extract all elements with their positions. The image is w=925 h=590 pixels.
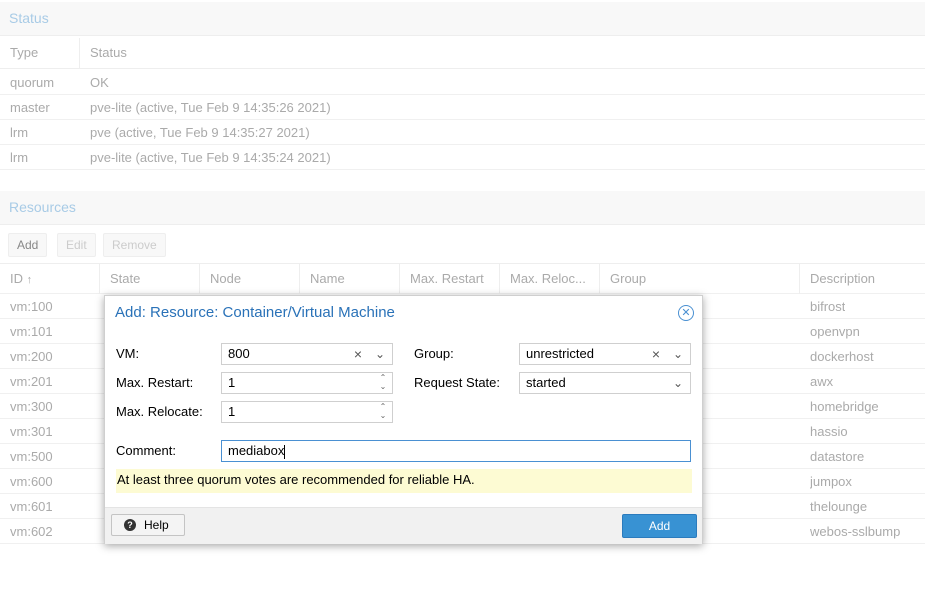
row-id: vm:300	[10, 399, 53, 414]
max-restart-label: Max. Restart:	[116, 375, 194, 390]
max-relocate-value: 1	[228, 404, 236, 419]
dialog-title: Add: Resource: Container/Virtual Machine	[115, 304, 395, 321]
row-description: homebridge	[810, 399, 879, 414]
question-icon: ?	[124, 519, 136, 531]
comment-label: Comment:	[116, 443, 176, 458]
quorum-warning: At least three quorum votes are recommen…	[116, 469, 692, 493]
status-type: quorum	[10, 75, 55, 90]
row-id: vm:200	[10, 349, 53, 364]
resources-add-button[interactable]: Add	[8, 233, 48, 257]
clear-icon[interactable]: ×	[348, 344, 368, 364]
status-row[interactable]: lrm pve-lite (active, Tue Feb 9 14:35:24…	[0, 145, 925, 170]
request-state-select[interactable]: started ⌄	[519, 372, 691, 394]
status-row[interactable]: lrm pve (active, Tue Feb 9 14:35:27 2021…	[0, 120, 925, 145]
close-icon[interactable]: ✕	[678, 305, 694, 321]
vm-combobox[interactable]: 800 × ⌄	[221, 343, 393, 365]
col-id[interactable]: ID ↑	[0, 264, 100, 294]
status-value: pve-lite (active, Tue Feb 9 14:35:26 202…	[90, 100, 331, 115]
row-description: jumpox	[810, 474, 852, 489]
col-max-restart[interactable]: Max. Restart	[400, 264, 500, 294]
col-node[interactable]: Node	[200, 264, 300, 294]
help-label: Help	[144, 518, 169, 532]
request-state-value: started	[526, 375, 566, 390]
status-panel-header: Status	[0, 2, 925, 36]
vm-label: VM:	[116, 346, 140, 361]
status-panel-title: Status	[9, 10, 49, 26]
resources-remove-button[interactable]: Remove	[103, 233, 166, 257]
status-type: master	[10, 100, 50, 115]
status-value: pve (active, Tue Feb 9 14:35:27 2021)	[90, 125, 310, 140]
chevron-down-icon[interactable]: ⌄	[370, 344, 390, 364]
status-col-type[interactable]: Type	[0, 38, 80, 68]
col-max-relocate[interactable]: Max. Reloc...	[500, 264, 600, 294]
chevron-down-icon[interactable]: ⌄	[668, 373, 688, 393]
comment-input[interactable]: mediabox	[221, 440, 691, 462]
status-type: lrm	[10, 125, 29, 140]
row-description: bifrost	[810, 299, 846, 314]
row-id: vm:600	[10, 474, 53, 489]
comment-value: mediabox	[228, 443, 285, 458]
request-state-label: Request State:	[414, 375, 500, 390]
row-id: vm:601	[10, 499, 53, 514]
add-resource-dialog: Add: Resource: Container/Virtual Machine…	[104, 295, 703, 544]
status-type: lrm	[10, 150, 29, 165]
col-description[interactable]: Description	[800, 264, 925, 294]
col-id-label: ID	[10, 271, 23, 286]
resources-panel-title: Resources	[9, 199, 76, 215]
row-description: thelounge	[810, 499, 868, 514]
status-value: pve-lite (active, Tue Feb 9 14:35:24 202…	[90, 150, 331, 165]
resources-header-row: ID ↑ State Node Name Max. Restart Max. R…	[0, 263, 925, 294]
max-relocate-field[interactable]: 1 ⌃ ⌄	[221, 401, 393, 423]
row-id: vm:201	[10, 374, 53, 389]
resources-panel-header: Resources	[0, 191, 925, 225]
status-value: OK	[90, 75, 109, 90]
max-restart-value: 1	[228, 375, 236, 390]
col-state[interactable]: State	[100, 264, 200, 294]
row-description: webos-sslbump	[810, 524, 901, 539]
col-name[interactable]: Name	[300, 264, 400, 294]
row-description: dockerhost	[810, 349, 874, 364]
row-id: vm:101	[10, 324, 53, 339]
status-header-row: Type Status	[0, 38, 925, 69]
vm-value: 800	[228, 346, 250, 361]
max-relocate-label: Max. Relocate:	[116, 404, 203, 419]
status-row[interactable]: quorum OK	[0, 70, 925, 95]
row-description: openvpn	[810, 324, 860, 339]
clear-icon[interactable]: ×	[646, 344, 666, 364]
row-description: awx	[810, 374, 834, 389]
row-id: vm:500	[10, 449, 53, 464]
spinner-icon[interactable]: ⌃ ⌄	[374, 402, 392, 422]
max-restart-field[interactable]: 1 ⌃ ⌄	[221, 372, 393, 394]
row-description: hassio	[810, 424, 848, 439]
row-description: datastore	[810, 449, 865, 464]
row-id: vm:602	[10, 524, 53, 539]
dialog-footer: ? Help Add	[105, 507, 702, 544]
spinner-icon[interactable]: ⌃ ⌄	[374, 373, 392, 393]
help-button[interactable]: ? Help	[111, 514, 185, 536]
sort-arrow-up-icon: ↑	[26, 274, 33, 286]
group-value: unrestricted	[526, 346, 594, 361]
resources-edit-button[interactable]: Edit	[57, 233, 96, 257]
status-col-status[interactable]: Status	[80, 38, 925, 68]
col-group[interactable]: Group	[600, 264, 800, 294]
row-id: vm:301	[10, 424, 53, 439]
group-combobox[interactable]: unrestricted × ⌄	[519, 343, 691, 365]
status-row[interactable]: master pve-lite (active, Tue Feb 9 14:35…	[0, 95, 925, 120]
group-label: Group:	[414, 346, 454, 361]
row-id: vm:100	[10, 299, 53, 314]
add-button[interactable]: Add	[622, 514, 697, 538]
chevron-down-icon[interactable]: ⌄	[668, 344, 688, 364]
text-cursor	[284, 444, 286, 459]
